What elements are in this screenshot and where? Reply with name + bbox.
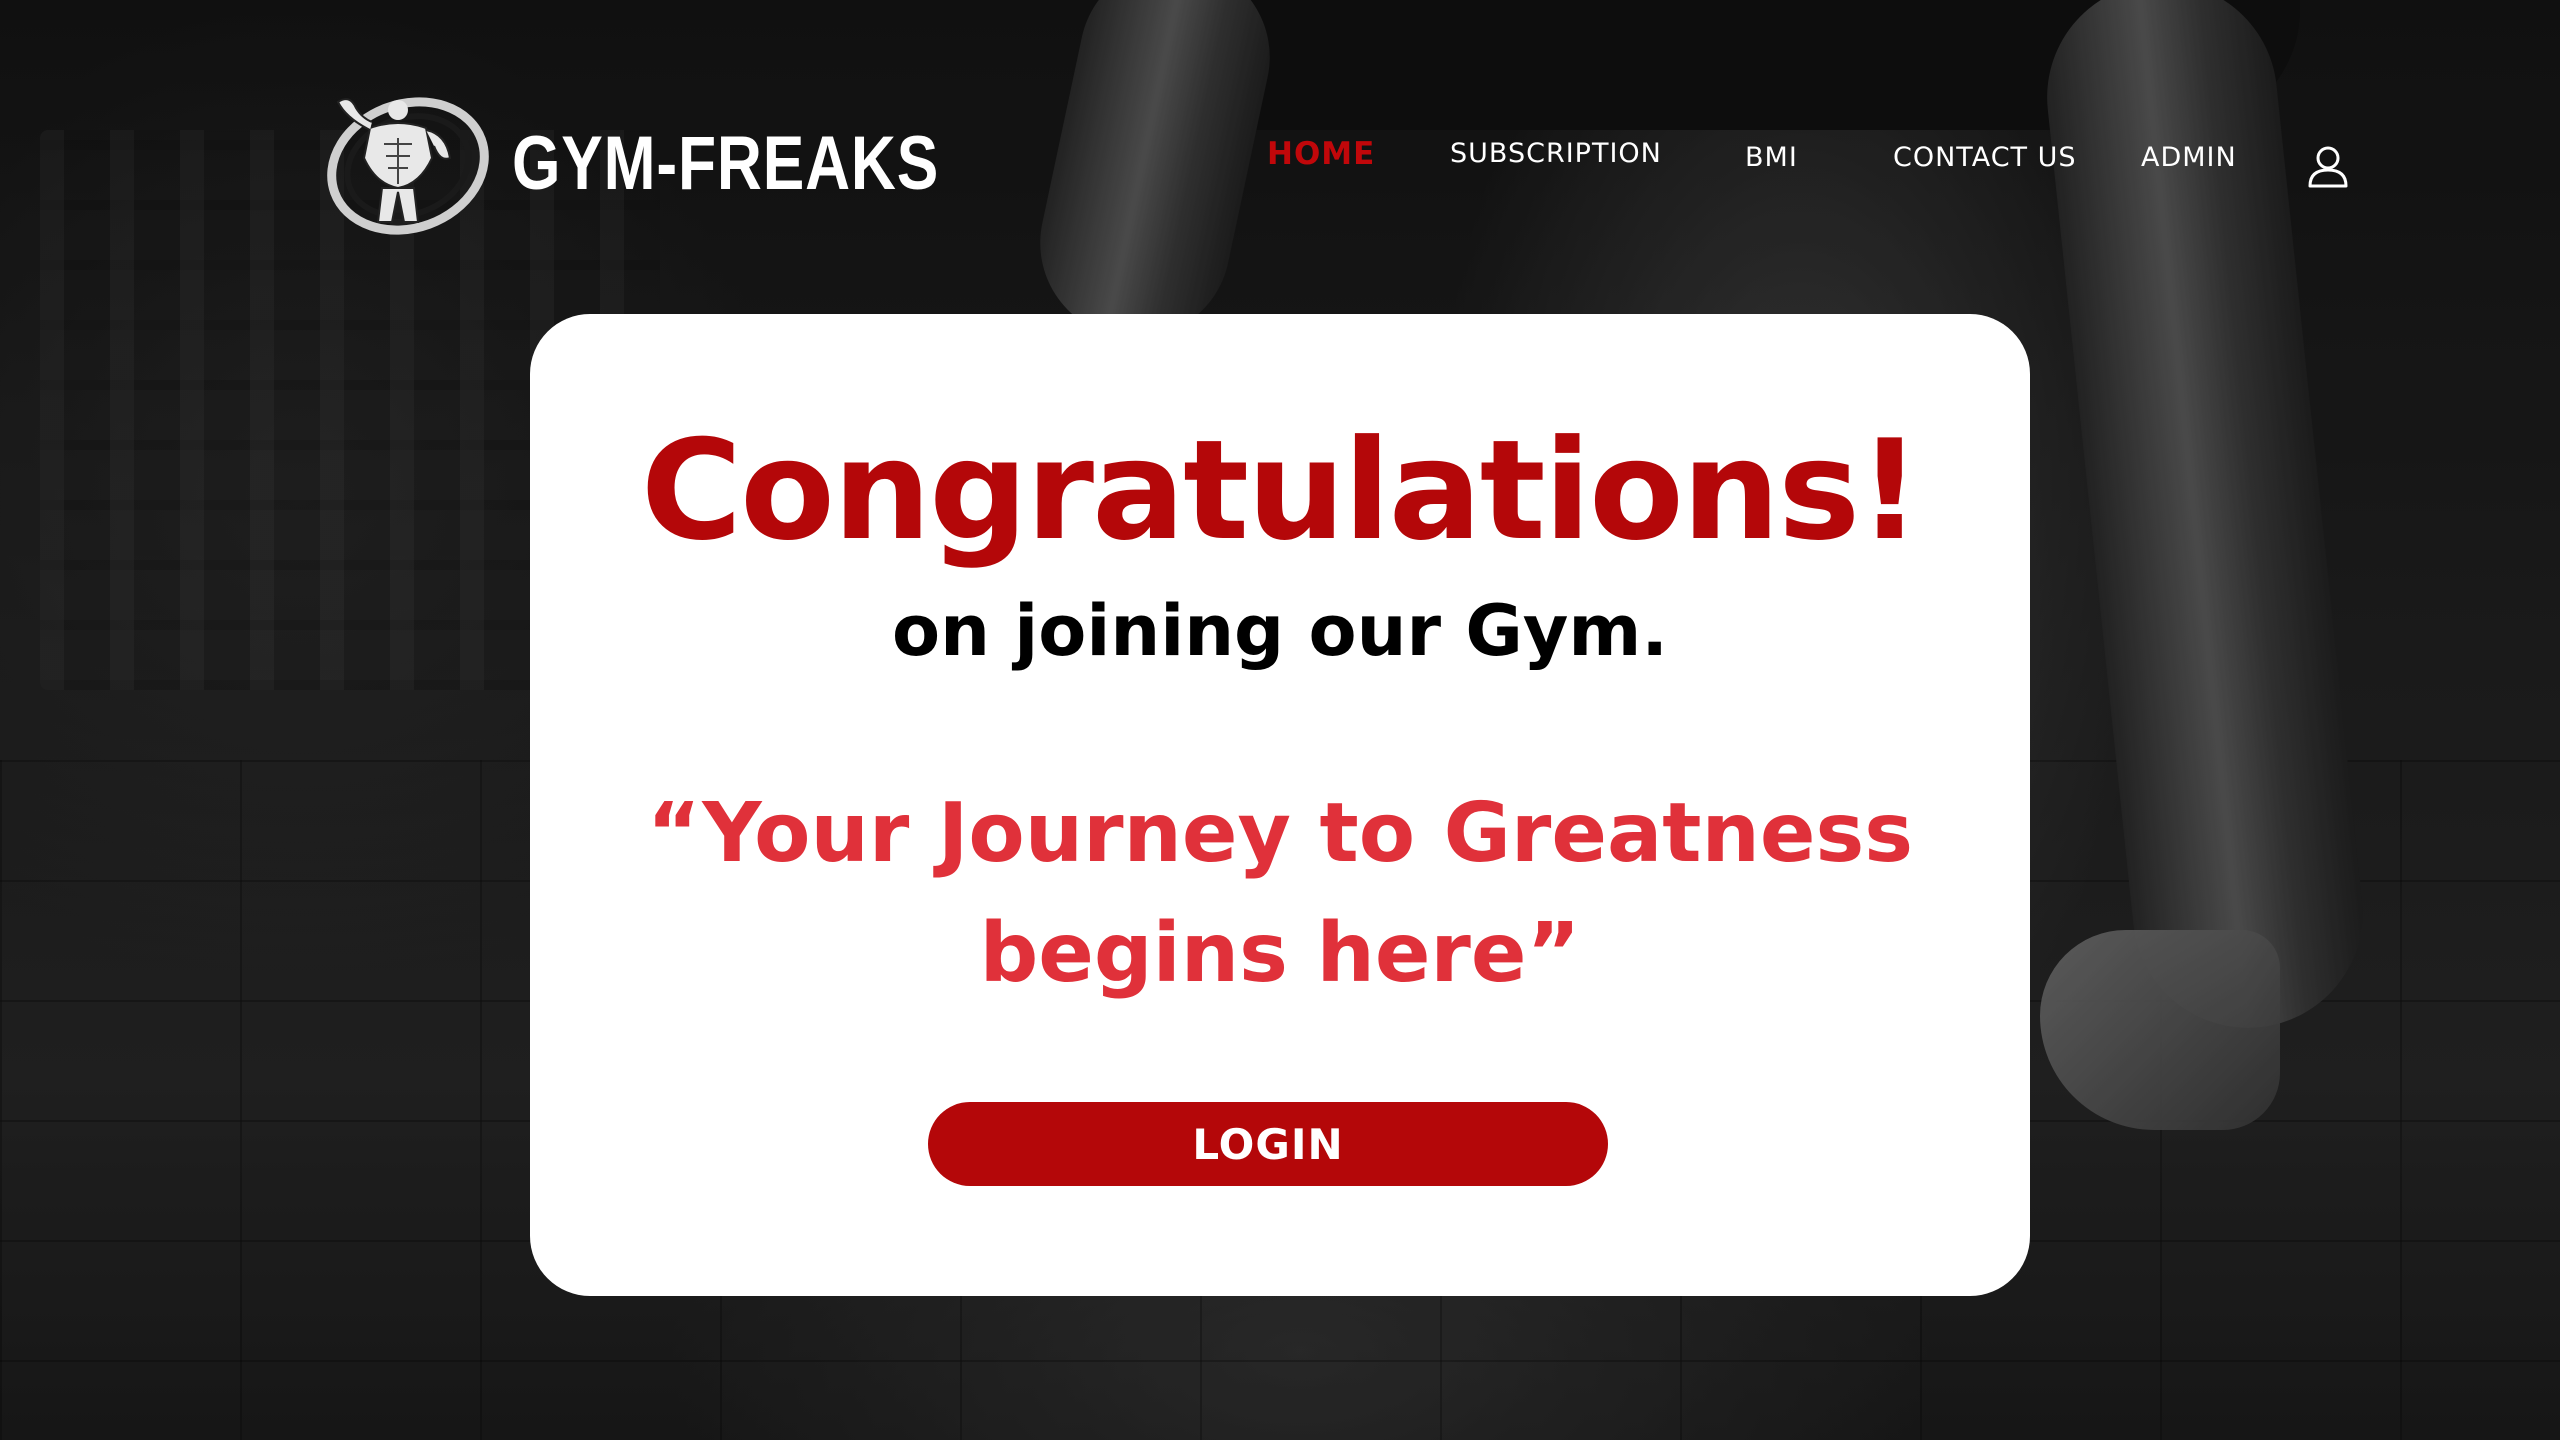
main-nav: HOME SUBSCRIPTION BMI CONTACT US ADMIN (0, 136, 2560, 190)
nav-item-admin[interactable]: ADMIN (2141, 142, 2237, 173)
joining-subheading: on joining our Gym. (892, 590, 1668, 672)
page: GYM-FREAKS HOME SUBSCRIPTION BMI CONTACT… (0, 0, 2560, 1440)
user-icon[interactable] (2306, 144, 2350, 188)
welcome-card: Congratulations! on joining our Gym. “Yo… (530, 314, 2030, 1296)
nav-item-subscription[interactable]: SUBSCRIPTION (1450, 138, 1662, 169)
motivational-quote: “Your Journey to Greatness begins here” (530, 774, 2030, 1014)
site-header: GYM-FREAKS HOME SUBSCRIPTION BMI CONTACT… (0, 0, 2560, 300)
quote-line-1: “Your Journey to Greatness (646, 786, 1914, 881)
nav-item-contact-us[interactable]: CONTACT US (1893, 142, 2077, 173)
congratulations-heading: Congratulations! (640, 410, 1921, 571)
quote-line-2: begins here” (979, 906, 1581, 1001)
nav-item-bmi[interactable]: BMI (1745, 142, 1798, 173)
login-button[interactable]: LOGIN (928, 1102, 1608, 1186)
nav-item-home[interactable]: HOME (1267, 136, 1375, 172)
